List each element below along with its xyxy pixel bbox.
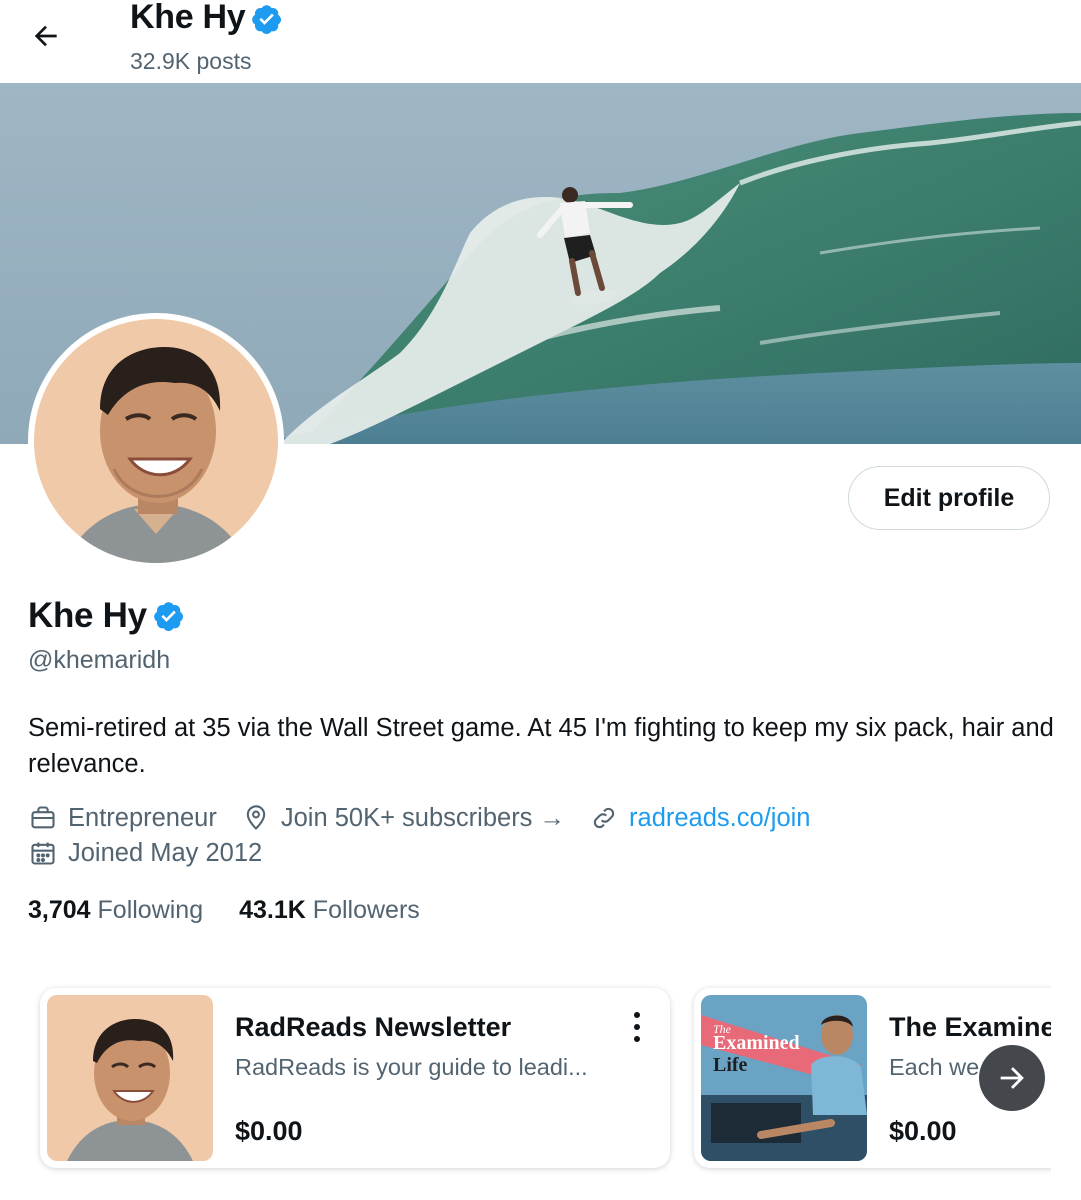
profession-item: Entrepreneur — [28, 803, 217, 833]
followers-count: 43.1K — [239, 896, 306, 924]
carousel-next-button[interactable] — [979, 1045, 1045, 1111]
verified-badge-icon[interactable] — [153, 600, 185, 632]
product-thumbnail — [47, 995, 213, 1161]
location-item: Join 50K+ subscribers → — [241, 803, 565, 833]
thumb-text-examined: Examined — [713, 1032, 800, 1054]
product-title: RadReads Newsletter — [235, 1012, 512, 1042]
product-card[interactable]: RadReads Newsletter RadReads is your gui… — [40, 988, 670, 1168]
link-icon — [589, 803, 619, 833]
product-description: Each we — [889, 1054, 980, 1080]
product-thumbnail: The Examined Life — [701, 995, 867, 1161]
profile-meta-row-joined: Joined May 2012 — [28, 838, 286, 868]
following-stat[interactable]: 3,704 Following — [28, 896, 203, 925]
product-carousel: RadReads Newsletter RadReads is your gui… — [28, 978, 1051, 1188]
briefcase-icon — [28, 803, 58, 833]
product-price: $0.00 — [889, 1116, 957, 1146]
product-title: The Examine — [889, 1012, 1051, 1042]
header-title: Khe Hy — [130, 0, 283, 37]
profile-bio: Semi-retired at 35 via the Wall Street g… — [28, 714, 1054, 778]
profile-meta-row: Entrepreneur Join 50K+ subscribers → rad… — [28, 803, 834, 833]
verified-badge-icon — [252, 4, 282, 34]
calendar-icon — [28, 838, 58, 868]
back-button[interactable] — [22, 12, 70, 60]
profile-handle: @khemaridh — [28, 646, 171, 674]
edit-profile-button[interactable]: Edit profile — [848, 466, 1050, 530]
website-link[interactable]: radreads.co/join — [629, 804, 810, 833]
arrow-right-icon — [1000, 1067, 1024, 1089]
post-count: 32.9K posts — [130, 48, 252, 74]
profession-text: Entrepreneur — [68, 803, 217, 832]
profile-avatar[interactable] — [28, 313, 284, 569]
joined-item: Joined May 2012 — [28, 838, 262, 868]
product-price: $0.00 — [235, 1116, 303, 1146]
follow-stats: 3,704 Following 43.1K Followers — [28, 896, 456, 925]
more-vertical-icon[interactable] — [630, 1012, 644, 1042]
top-header: Khe Hy 32.9K posts — [0, 0, 1081, 83]
product-description: RadReads is your guide to leadi... — [235, 1054, 588, 1080]
header-name: Khe Hy — [130, 0, 246, 36]
followers-stat[interactable]: 43.1K Followers — [239, 896, 420, 925]
profile-name: Khe Hy — [28, 596, 147, 635]
thumb-text-life: Life — [713, 1054, 748, 1076]
profile-name-row: Khe Hy — [28, 596, 185, 636]
following-count: 3,704 — [28, 896, 91, 924]
arrow-left-icon — [34, 25, 57, 47]
followers-label: Followers — [312, 896, 420, 924]
location-pin-icon — [241, 803, 271, 833]
website-item[interactable]: radreads.co/join — [589, 803, 810, 833]
location-text: Join 50K+ subscribers → — [280, 803, 566, 832]
following-label: Following — [97, 896, 204, 924]
joined-text: Joined May 2012 — [68, 838, 263, 867]
